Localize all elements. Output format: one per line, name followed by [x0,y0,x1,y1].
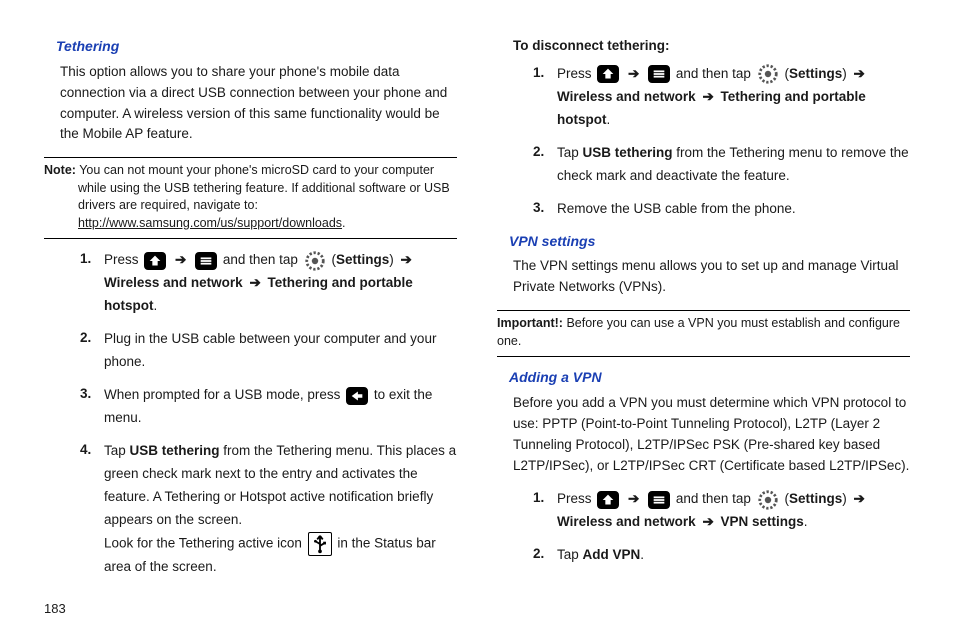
step-body: When prompted for a USB mode, press to e… [104,384,457,430]
step: 2. Tap USB tethering from the Tethering … [533,142,910,188]
home-icon [144,252,166,270]
right-column: To disconnect tethering: 1. Press ➔ and … [497,36,910,612]
step-number: 2. [533,544,557,567]
step-number: 2. [80,328,104,374]
step-number: 2. [533,142,557,188]
step-number: 1. [80,249,104,318]
settings-gear-icon [757,63,779,85]
step-number: 3. [533,198,557,221]
step: 2. Plug in the USB cable between your co… [80,328,457,374]
step: 2. Tap Add VPN. [533,544,910,567]
step-number: 1. [533,488,557,534]
step-body: Press ➔ and then tap (Settings) ➔ Wirele… [557,488,910,534]
back-icon [346,387,368,405]
manual-page: Tethering This option allows you to shar… [0,0,954,636]
step-body: Press ➔ and then tap (Settings) ➔ Wirele… [557,63,910,132]
menu-icon [648,65,670,83]
step: 1. Press ➔ and then tap (Settings) ➔ Wir… [533,488,910,534]
note-period: . [342,216,345,230]
arrow-icon: ➔ [625,488,642,511]
menu-icon [195,252,217,270]
step: 1. Press ➔ and then tap (Settings) ➔ Wir… [80,249,457,318]
section-title-add-vpn: Adding a VPN [509,367,910,389]
usb-tether-status-icon [308,532,332,556]
section-title-vpn: VPN settings [509,231,910,253]
note-text: You can not mount your phone's microSD c… [76,163,450,212]
step-body: Tap USB tethering from the Tethering men… [104,440,457,579]
home-icon [597,491,619,509]
step-number: 4. [80,440,104,579]
home-icon [597,65,619,83]
note-link[interactable]: http://www.samsung.com/us/support/downlo… [78,216,342,230]
important-box: Important!: Before you can use a VPN you… [497,310,910,357]
step-number: 3. [80,384,104,430]
page-number: 183 [44,601,66,616]
step-body: Tap USB tethering from the Tethering men… [557,142,910,188]
arrow-icon: ➔ [625,63,642,86]
vpn-intro: The VPN settings menu allows you to set … [513,256,910,298]
step-body: Plug in the USB cable between your compu… [104,328,457,374]
tethering-intro: This option allows you to share your pho… [60,62,457,146]
left-column: Tethering This option allows you to shar… [44,36,457,612]
important-label: Important!: [497,316,563,330]
step-number: 1. [533,63,557,132]
disconnect-heading: To disconnect tethering: [513,36,910,57]
settings-gear-icon [304,250,326,272]
tethering-steps: 1. Press ➔ and then tap (Settings) ➔ Wir… [44,249,457,578]
step: 3. Remove the USB cable from the phone. [533,198,910,221]
arrow-icon: ➔ [172,249,189,272]
add-vpn-steps: 1. Press ➔ and then tap (Settings) ➔ Wir… [497,488,910,567]
note-label: Note: [44,163,76,177]
step-body: Remove the USB cable from the phone. [557,198,910,221]
step-body: Tap Add VPN. [557,544,910,567]
menu-icon [648,491,670,509]
settings-gear-icon [757,489,779,511]
step: 1. Press ➔ and then tap (Settings) ➔ Wir… [533,63,910,132]
note-box: Note: You can not mount your phone's mic… [44,157,457,239]
add-vpn-intro: Before you add a VPN you must determine … [513,393,910,477]
section-title-tethering: Tethering [56,36,457,58]
step: 4. Tap USB tethering from the Tethering … [80,440,457,579]
step-body: Press ➔ and then tap (Settings) ➔ Wirele… [104,249,457,318]
disconnect-steps: 1. Press ➔ and then tap (Settings) ➔ Wir… [497,63,910,221]
step: 3. When prompted for a USB mode, press t… [80,384,457,430]
